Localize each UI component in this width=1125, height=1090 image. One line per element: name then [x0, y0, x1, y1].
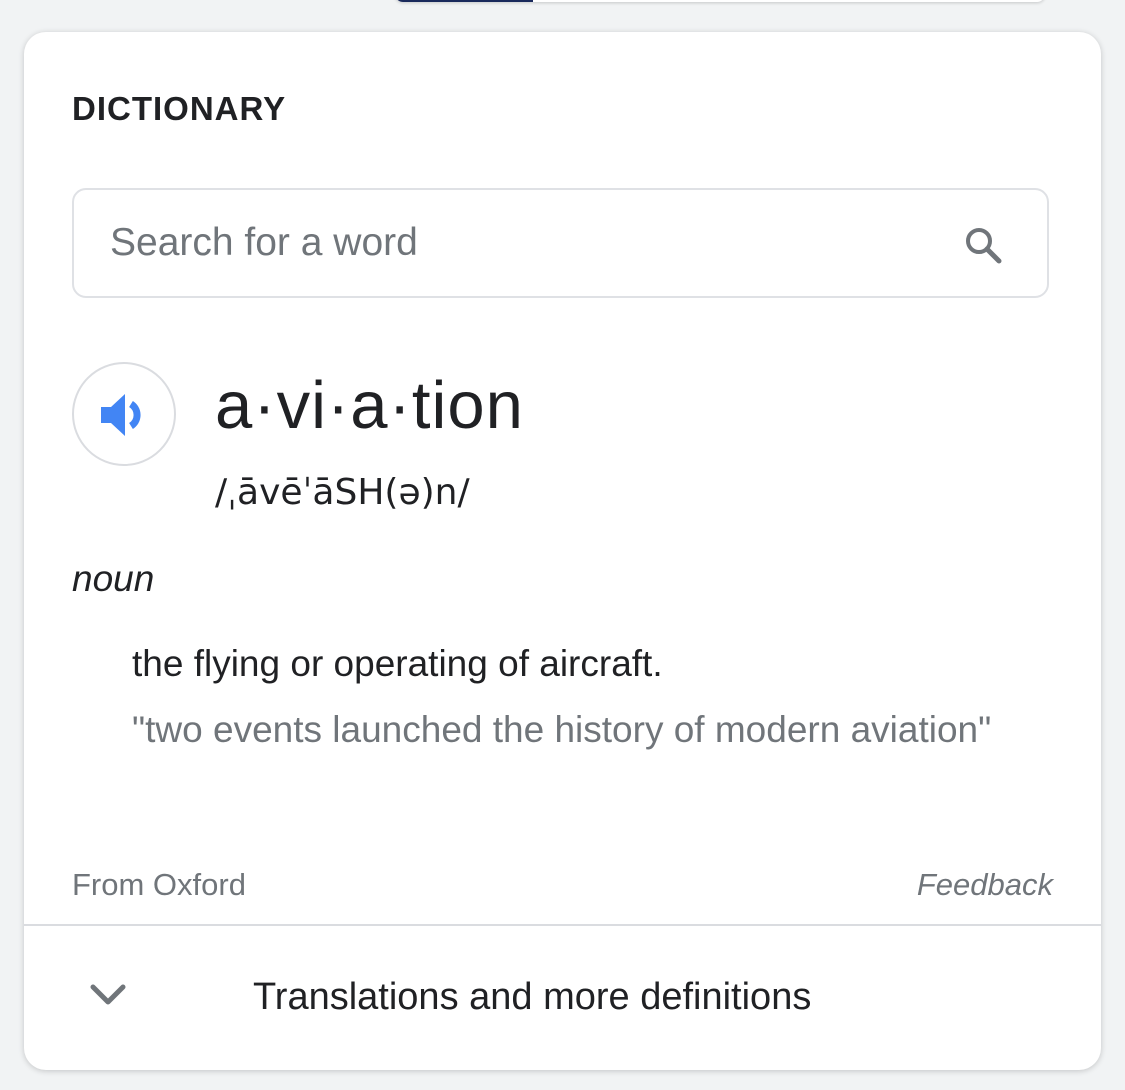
feedback-link[interactable]: Feedback	[917, 867, 1053, 903]
translations-expander[interactable]: Translations and more definitions	[24, 926, 1101, 1070]
card-heading: DICTIONARY	[72, 90, 287, 127]
example-sentence: "two events launched the history of mode…	[132, 709, 992, 750]
phonetic-spelling: /ˌāvēˈāSH(ə)n/	[215, 472, 470, 513]
previous-card-edge	[395, 0, 1045, 2]
chevron-down-icon	[88, 982, 128, 1013]
headword: a·vi·a·tion	[215, 368, 524, 443]
pronunciation-audio-button[interactable]	[72, 362, 176, 466]
search-box[interactable]	[72, 188, 1049, 298]
translations-expander-label: Translations and more definitions	[253, 976, 812, 1018]
dictionary-card: DICTIONARY a·vi·a·tion /ˌāvēˈāSH(ə)n/ no…	[24, 32, 1101, 1070]
speaker-icon	[101, 394, 141, 436]
previous-card-dark-segment	[395, 0, 533, 2]
definition-text: the flying or operating of aircraft.	[132, 643, 663, 684]
search-icon[interactable]	[962, 224, 1006, 268]
source-attribution: From Oxford	[72, 867, 246, 902]
search-input[interactable]	[110, 214, 930, 272]
part-of-speech: noun	[72, 558, 155, 599]
